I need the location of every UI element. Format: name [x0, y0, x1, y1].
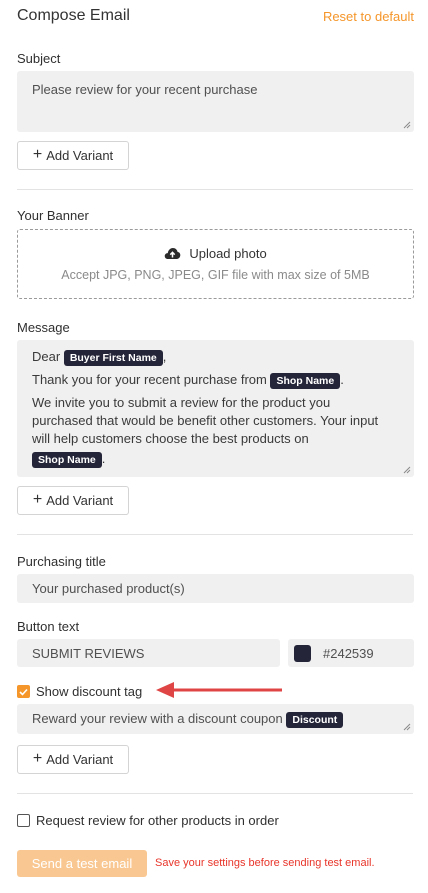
button-color-picker[interactable]: #242539	[288, 639, 414, 667]
show-discount-tag-checkbox[interactable]	[17, 685, 30, 698]
discount-tag: Discount	[286, 711, 344, 728]
message-textarea[interactable]: Dear Buyer First Name, Thank you for you…	[17, 340, 414, 477]
subject-label: Subject	[17, 51, 61, 66]
button-color-hex: #242539	[323, 645, 374, 661]
upload-photo-label: Upload photo	[189, 246, 267, 261]
greeting-prefix: Dear	[32, 349, 61, 364]
upload-hint: Accept JPG, PNG, JPEG, GIF file with max…	[61, 268, 370, 282]
request-other-products-checkbox[interactable]	[17, 814, 30, 827]
plus-icon: +	[32, 491, 43, 508]
greeting-suffix: ,	[162, 349, 167, 364]
resize-handle-icon[interactable]	[403, 121, 411, 129]
divider	[17, 793, 413, 794]
para-suffix: .	[101, 451, 106, 466]
message-paragraph-line-2: purchased that would be benefit other cu…	[32, 413, 379, 428]
subject-value: Please review for your recent purchase	[32, 82, 258, 97]
banner-upload-dropzone[interactable]: Upload photo Accept JPG, PNG, JPEG, GIF …	[17, 229, 414, 299]
thanks-prefix: Thank you for your recent purchase from	[32, 372, 267, 387]
discount-text-input[interactable]: Reward your review with a discount coupo…	[17, 704, 414, 734]
upload-photo-row[interactable]: Upload photo	[18, 246, 413, 261]
message-paragraph-line-3: will help customers choose the best prod…	[32, 431, 309, 446]
discount-add-variant-button[interactable]: + Add Variant	[17, 745, 129, 774]
plus-icon: +	[32, 146, 43, 163]
banner-label: Your Banner	[17, 208, 89, 223]
divider	[17, 534, 413, 535]
message-thanks-line: Thank you for your recent purchase from …	[32, 371, 399, 389]
message-paragraph-line-1: We invite you to submit a review for the…	[32, 395, 331, 410]
color-swatch[interactable]	[294, 644, 311, 662]
send-test-email-button[interactable]: Send a test email	[17, 850, 147, 877]
cloud-upload-icon	[165, 248, 181, 259]
subject-add-variant-button[interactable]: + Add Variant	[17, 141, 129, 170]
resize-handle-icon[interactable]	[403, 723, 411, 731]
reset-to-default-link[interactable]: Reset to default	[323, 9, 414, 24]
message-greeting-line: Dear Buyer First Name,	[32, 348, 399, 366]
purchasing-title-input[interactable]: Your purchased product(s)	[17, 574, 414, 603]
arrow-left-icon	[156, 682, 282, 698]
discount-text: Reward your review with a discount coupo…	[32, 711, 283, 726]
shop-name-tag: Shop Name	[32, 451, 102, 468]
buyer-first-name-tag: Buyer First Name	[63, 349, 163, 366]
check-icon	[19, 688, 28, 696]
thanks-suffix: .	[340, 372, 344, 387]
message-add-variant-button[interactable]: + Add Variant	[17, 486, 129, 515]
button-text-label: Button text	[17, 619, 80, 634]
resize-handle-icon[interactable]	[403, 466, 411, 474]
show-discount-tag-label[interactable]: Show discount tag	[36, 684, 142, 699]
page-title: Compose Email	[17, 7, 130, 24]
shop-name-tag: Shop Name	[270, 372, 341, 389]
plus-icon: +	[32, 750, 43, 767]
subject-textarea[interactable]: Please review for your recent purchase	[17, 71, 414, 132]
add-variant-label: Add Variant	[46, 752, 114, 767]
button-text-input[interactable]: SUBMIT REVIEWS	[17, 639, 280, 667]
request-other-products-label[interactable]: Request review for other products in ord…	[36, 813, 279, 828]
add-variant-label: Add Variant	[46, 148, 114, 163]
message-paragraph-line-4: Shop Name.	[32, 450, 399, 468]
add-variant-label: Add Variant	[46, 493, 114, 508]
purchasing-title-label: Purchasing title	[17, 554, 106, 569]
message-label: Message	[17, 320, 70, 335]
save-settings-warning: Save your settings before sending test e…	[155, 857, 375, 869]
divider	[17, 189, 413, 190]
